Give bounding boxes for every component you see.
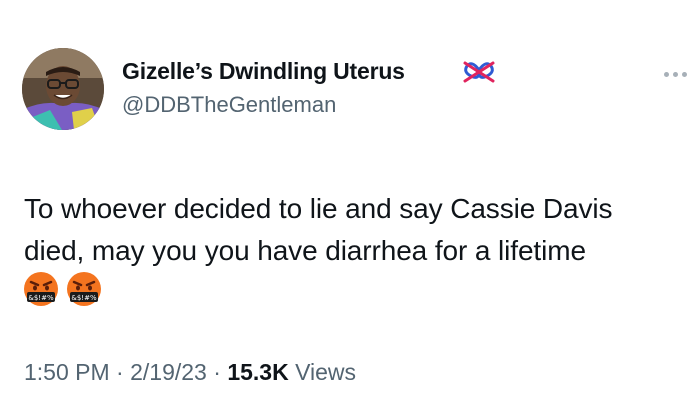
meta-separator: · — [116, 359, 124, 385]
display-name[interactable]: Gizelle’s Dwindling Uterus — [122, 58, 405, 85]
views-label: Views — [295, 359, 357, 385]
tweet-text: To whoever decided to lie and say Cassie… — [24, 188, 694, 272]
tweet-text-line: To whoever decided to lie and say Cassie… — [24, 193, 613, 224]
avatar-photo — [22, 48, 104, 130]
more-dot — [682, 72, 687, 77]
avatar[interactable] — [22, 48, 104, 130]
more-dot — [673, 72, 678, 77]
emoji-symbols-text: &$!#% — [28, 294, 54, 302]
tweet: Gizelle’s Dwindling Uterus @DDBTheGentle… — [0, 0, 700, 402]
views-count[interactable]: 15.3K — [227, 359, 288, 385]
no-pretzel-emoji-icon — [462, 60, 496, 84]
user-handle[interactable]: @DDBTheGentleman — [122, 92, 336, 118]
meta-separator: · — [213, 359, 221, 385]
more-options-button[interactable] — [664, 64, 696, 80]
emoji-symbols-text: &$!#% — [71, 294, 97, 302]
emoji-row: &$!#% &$!#% — [22, 270, 108, 310]
tweet-text-line: died, may you you have diarrhea for a li… — [24, 235, 586, 266]
tweet-time[interactable]: 1:50 PM — [24, 359, 110, 385]
more-horizontal-icon — [664, 72, 669, 77]
face-with-symbols-on-mouth-icon: &$!#% — [22, 270, 60, 308]
face-with-symbols-on-mouth-icon: &$!#% — [65, 270, 103, 308]
tweet-meta: 1:50 PM · 2/19/23 · 15.3K Views — [24, 359, 356, 386]
tweet-date[interactable]: 2/19/23 — [130, 359, 207, 385]
